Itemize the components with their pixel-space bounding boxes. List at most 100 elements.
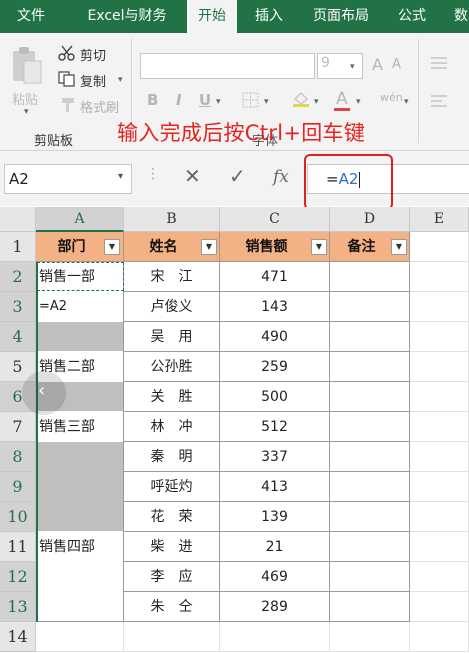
name-cell[interactable]: 呼延灼	[124, 472, 220, 502]
phonetic-guide-icon[interactable]: wén	[380, 91, 403, 104]
row-header[interactable]: 14	[0, 622, 36, 652]
column-header-b[interactable]: B	[124, 207, 220, 232]
align-left-icon[interactable]	[430, 93, 448, 109]
sales-cell[interactable]: 413	[220, 472, 330, 502]
notes-cell[interactable]	[330, 412, 410, 442]
name-cell[interactable]: 公孙胜	[124, 352, 220, 382]
notes-cell[interactable]	[330, 262, 410, 292]
empty-cell[interactable]	[410, 592, 469, 622]
tab-page-layout[interactable]: 页面布局	[302, 0, 380, 33]
empty-cell[interactable]	[36, 622, 124, 652]
tab-file[interactable]: 文件	[8, 0, 54, 33]
sales-cell[interactable]: 512	[220, 412, 330, 442]
name-cell[interactable]: 柴 进	[124, 532, 220, 562]
chevron-down-icon[interactable]: ▾	[264, 97, 269, 107]
empty-cell[interactable]	[410, 322, 469, 352]
sales-cell[interactable]: 259	[220, 352, 330, 382]
tab-excel-finance[interactable]: Excel与财务	[72, 0, 182, 33]
name-cell[interactable]: 卢俊义	[124, 292, 220, 322]
row-header[interactable]: 1	[0, 232, 36, 262]
row-header[interactable]: 9	[0, 472, 36, 502]
font-name-select[interactable]	[140, 53, 315, 79]
name-cell[interactable]: 李 应	[124, 562, 220, 592]
paste-button-label[interactable]: 粘贴	[12, 89, 38, 108]
empty-cell[interactable]	[410, 622, 469, 652]
notes-cell[interactable]	[330, 322, 410, 352]
empty-cell[interactable]	[410, 262, 469, 292]
notes-cell[interactable]	[330, 502, 410, 532]
tab-data[interactable]: 数	[446, 0, 469, 33]
insert-function-icon[interactable]: fx	[273, 167, 289, 187]
format-painter-button[interactable]: 格式刷	[80, 97, 119, 116]
row-header[interactable]: 7	[0, 412, 36, 442]
sales-cell[interactable]: 139	[220, 502, 330, 532]
row-header[interactable]: 11	[0, 532, 36, 562]
paste-icon[interactable]	[10, 45, 44, 89]
grow-font-button[interactable]: A	[372, 55, 383, 74]
row-header[interactable]: 8	[0, 442, 36, 472]
empty-cell[interactable]	[220, 622, 330, 652]
sales-cell[interactable]: 337	[220, 442, 330, 472]
name-cell[interactable]: 关 胜	[124, 382, 220, 412]
row-header[interactable]: 2	[0, 262, 36, 292]
empty-cell[interactable]	[410, 352, 469, 382]
chevron-down-icon[interactable]: ▾	[24, 107, 29, 117]
chevron-down-icon[interactable]: ▾	[404, 97, 409, 107]
row-header[interactable]: 12	[0, 562, 36, 592]
column-header-c[interactable]: C	[220, 207, 330, 232]
cancel-icon[interactable]: ✕	[184, 164, 201, 188]
empty-cell[interactable]	[410, 232, 469, 262]
chevron-down-icon[interactable]: ▾	[118, 171, 123, 182]
column-header-a[interactable]: A	[36, 207, 124, 232]
format-painter-icon[interactable]	[58, 97, 76, 113]
row-header[interactable]: 10	[0, 502, 36, 532]
name-cell[interactable]: 花 荣	[124, 502, 220, 532]
fill-color-icon[interactable]	[292, 91, 310, 107]
notes-cell[interactable]	[330, 382, 410, 412]
sales-cell[interactable]: 21	[220, 532, 330, 562]
chevron-down-icon[interactable]: ▾	[314, 97, 319, 107]
name-cell[interactable]: 宋 江	[124, 262, 220, 292]
sales-cell[interactable]: 469	[220, 562, 330, 592]
chevron-down-icon[interactable]: ▾	[216, 97, 221, 107]
enter-icon[interactable]: ✓	[229, 164, 246, 188]
notes-cell[interactable]	[330, 532, 410, 562]
empty-cell[interactable]	[410, 502, 469, 532]
sales-cell[interactable]: 500	[220, 382, 330, 412]
notes-cell[interactable]	[330, 352, 410, 382]
name-cell[interactable]: 朱 仝	[124, 592, 220, 622]
empty-cell[interactable]	[410, 412, 469, 442]
sales-cell[interactable]: 143	[220, 292, 330, 322]
notes-cell[interactable]	[330, 292, 410, 322]
bold-button[interactable]: B	[147, 91, 158, 109]
shrink-font-button[interactable]: A	[392, 57, 401, 72]
italic-button[interactable]: I	[176, 91, 182, 109]
empty-cell[interactable]	[124, 622, 220, 652]
sales-cell[interactable]: 490	[220, 322, 330, 352]
empty-cell[interactable]	[410, 532, 469, 562]
filter-dropdown-icon[interactable]: ▼	[391, 239, 407, 255]
align-top-icon[interactable]	[430, 55, 448, 71]
filter-dropdown-icon[interactable]: ▼	[311, 239, 327, 255]
name-cell[interactable]: 林 冲	[124, 412, 220, 442]
empty-cell[interactable]	[410, 292, 469, 322]
column-header-e[interactable]: E	[410, 207, 469, 232]
tab-insert[interactable]: 插入	[245, 0, 293, 33]
row-header[interactable]: 4	[0, 322, 36, 352]
notes-cell[interactable]	[330, 592, 410, 622]
tab-home[interactable]: 开始	[187, 0, 237, 33]
notes-cell[interactable]	[330, 472, 410, 502]
chevron-down-icon[interactable]: ▾	[118, 75, 123, 85]
empty-cell[interactable]	[410, 442, 469, 472]
underline-button[interactable]: U	[199, 91, 211, 109]
cut-button[interactable]: 剪切	[80, 45, 106, 64]
chevron-down-icon[interactable]: ▾	[356, 97, 361, 107]
empty-cell[interactable]	[410, 382, 469, 412]
row-header[interactable]: 13	[0, 592, 36, 622]
sales-cell[interactable]: 289	[220, 592, 330, 622]
sales-cell[interactable]: 471	[220, 262, 330, 292]
more-icon[interactable]: ⋮	[146, 166, 160, 182]
notes-cell[interactable]	[330, 562, 410, 592]
chevron-down-icon[interactable]: ▾	[350, 62, 355, 72]
row-header[interactable]: 3	[0, 292, 36, 322]
